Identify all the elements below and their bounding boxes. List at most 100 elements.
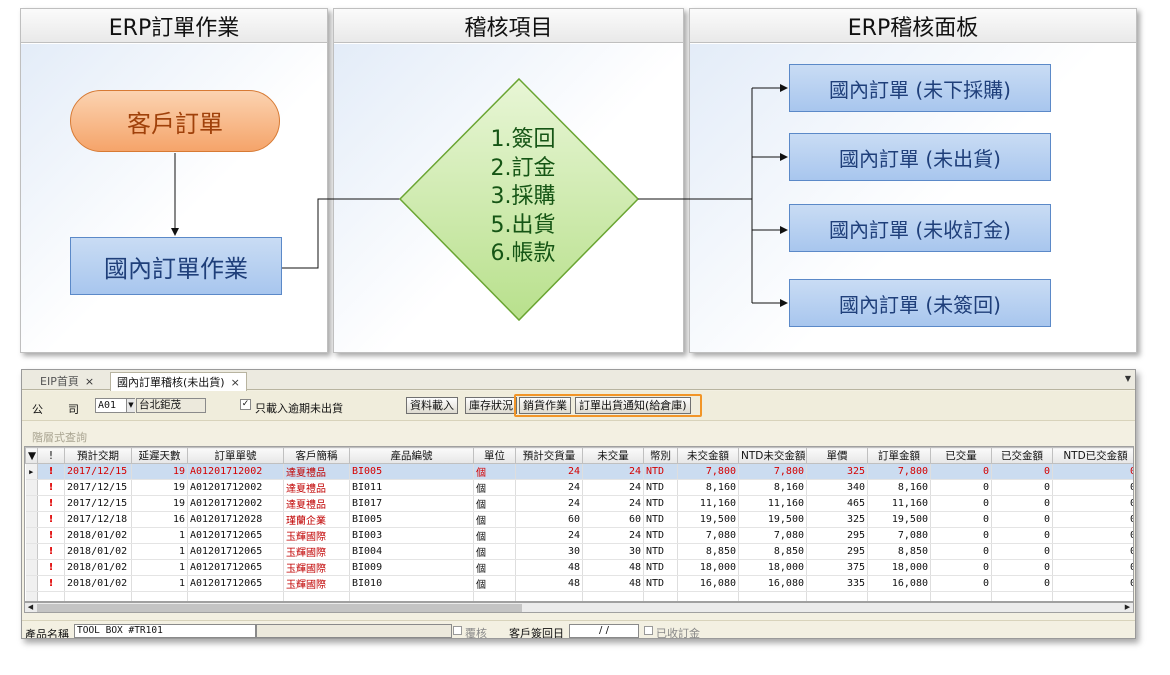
shipping-notice-button[interactable]: 訂單出貨通知(給倉庫) (575, 397, 691, 414)
table-cell[interactable]: 48 (582, 559, 644, 576)
column-header[interactable]: 單價 (806, 447, 868, 464)
table-cell[interactable]: 8,850 (677, 543, 739, 560)
table-cell[interactable]: NTD (643, 543, 678, 560)
row-marker[interactable] (25, 543, 38, 560)
table-cell[interactable]: A01201712002 (187, 479, 284, 496)
table-cell[interactable]: 24 (515, 527, 583, 544)
table-cell[interactable]: 個 (473, 543, 516, 560)
table-cell[interactable]: 0 (991, 511, 1053, 528)
table-cell[interactable]: NTD (643, 511, 678, 528)
table-cell[interactable]: 24 (582, 479, 644, 496)
table-cell[interactable]: 16,080 (677, 575, 739, 592)
overdue-only-checkbox[interactable]: ✓ (240, 399, 251, 410)
table-cell[interactable]: 8,160 (867, 479, 931, 496)
table-cell[interactable]: 0 (991, 495, 1053, 512)
column-header[interactable]: NTD已交金額 (1052, 447, 1133, 464)
table-row[interactable]: ! 2018/01/02 1 A01201712065 玉輝國際 BI010 個 48 48 NT… (25, 575, 1133, 592)
table-cell[interactable]: 0 (991, 543, 1053, 560)
table-cell[interactable]: 465 (806, 495, 868, 512)
table-cell[interactable]: 24 (515, 495, 583, 512)
table-cell[interactable]: 個 (473, 559, 516, 576)
table-cell[interactable]: 個 (473, 495, 516, 512)
table-row[interactable]: ! 2018/01/02 1 A01201712065 玉輝國際 BI004 個 30 30 NT… (25, 543, 1133, 560)
table-cell[interactable]: 2018/01/02 (64, 543, 132, 560)
table-cell[interactable]: 0 (991, 463, 1053, 480)
scroll-right-arrow-icon[interactable]: ▶ (1122, 603, 1133, 612)
table-cell[interactable]: A01201712028 (187, 511, 284, 528)
table-cell[interactable]: 1 (131, 575, 188, 592)
table-cell[interactable]: 18,000 (738, 559, 807, 576)
table-cell[interactable]: 2018/01/02 (64, 559, 132, 576)
column-header[interactable]: 已交量 (930, 447, 992, 464)
table-cell[interactable]: A01201712065 (187, 559, 284, 576)
column-header[interactable]: 訂單金額 (867, 447, 931, 464)
table-cell[interactable]: BI003 (349, 527, 474, 544)
table-row[interactable]: ! 2017/12/15 19 A01201712002 達夏禮品 BI011 個 24 24 N… (25, 479, 1133, 496)
audit-checkbox[interactable] (453, 626, 462, 635)
table-cell[interactable]: BI017 (349, 495, 474, 512)
table-cell[interactable]: 7,080 (738, 527, 807, 544)
table-cell[interactable]: 30 (582, 543, 644, 560)
table-cell[interactable]: NTD (643, 559, 678, 576)
sales-operation-button[interactable]: 銷貨作業 (519, 397, 571, 414)
table-cell[interactable]: 19 (131, 463, 188, 480)
table-cell[interactable]: 2017/12/15 (64, 479, 132, 496)
column-header[interactable]: ▼ (25, 447, 38, 464)
table-cell[interactable]: NTD (643, 495, 678, 512)
table-cell[interactable]: 瑾蘭企業 (283, 511, 350, 528)
table-cell[interactable]: BI005 (349, 463, 474, 480)
table-cell[interactable]: 玉輝國際 (283, 527, 350, 544)
load-data-button[interactable]: 資料載入 (406, 397, 458, 414)
table-row[interactable]: ▶! 2017/12/15 19 A01201712002 達夏禮品 BI005 個 24 24… (25, 463, 1133, 480)
table-cell[interactable]: BI004 (349, 543, 474, 560)
table-row[interactable]: ! 2017/12/15 19 A01201712002 達夏禮品 BI017 個 24 24 N… (25, 495, 1133, 512)
table-cell[interactable]: 個 (473, 479, 516, 496)
scroll-left-arrow-icon[interactable]: ◀ (25, 603, 36, 612)
column-header[interactable]: 單位 (473, 447, 516, 464)
table-cell[interactable]: 7,800 (677, 463, 739, 480)
row-marker[interactable] (25, 495, 38, 512)
table-cell[interactable]: 達夏禮品 (283, 479, 350, 496)
table-cell[interactable]: 0 (1052, 575, 1133, 592)
scrollbar-thumb[interactable] (37, 604, 522, 612)
table-cell[interactable]: A01201712002 (187, 495, 284, 512)
table-cell[interactable]: 0 (1052, 495, 1133, 512)
table-cell[interactable]: 0 (1052, 559, 1133, 576)
table-cell[interactable]: 0 (1052, 543, 1133, 560)
table-cell[interactable]: BI010 (349, 575, 474, 592)
table-cell[interactable]: A01201712065 (187, 543, 284, 560)
table-cell[interactable]: 達夏禮品 (283, 463, 350, 480)
table-cell[interactable]: 8,850 (738, 543, 807, 560)
table-cell[interactable]: 18,000 (677, 559, 739, 576)
table-cell[interactable]: 30 (515, 543, 583, 560)
table-cell[interactable]: 48 (582, 575, 644, 592)
column-header[interactable]: 客戶簡稱 (283, 447, 350, 464)
chevron-down-icon[interactable]: ▼ (126, 399, 135, 412)
table-cell[interactable]: 18,000 (867, 559, 931, 576)
table-cell[interactable]: 玉輝國際 (283, 559, 350, 576)
table-cell[interactable]: 8,850 (867, 543, 931, 560)
column-header[interactable]: 預計交貨量 (515, 447, 583, 464)
table-cell[interactable]: 個 (473, 575, 516, 592)
table-cell[interactable]: 16,080 (738, 575, 807, 592)
table-cell[interactable]: 340 (806, 479, 868, 496)
table-cell[interactable]: 19,500 (677, 511, 739, 528)
table-cell[interactable]: 60 (515, 511, 583, 528)
row-marker[interactable] (25, 479, 38, 496)
table-row[interactable]: ! 2018/01/02 1 A01201712065 玉輝國際 BI003 個 24 24 NT… (25, 527, 1133, 544)
table-cell[interactable]: 達夏禮品 (283, 495, 350, 512)
column-header[interactable]: 未交金額 (677, 447, 739, 464)
table-cell[interactable]: 1 (131, 559, 188, 576)
table-cell[interactable]: NTD (643, 575, 678, 592)
table-cell[interactable]: 1 (131, 527, 188, 544)
table-cell[interactable]: 295 (806, 543, 868, 560)
table-cell[interactable]: 16 (131, 511, 188, 528)
table-cell[interactable]: 48 (515, 575, 583, 592)
table-cell[interactable]: 0 (930, 511, 992, 528)
table-cell[interactable]: 2017/12/15 (64, 463, 132, 480)
table-cell[interactable]: 個 (473, 511, 516, 528)
table-cell[interactable]: 11,160 (677, 495, 739, 512)
table-cell[interactable]: NTD (643, 479, 678, 496)
table-cell[interactable]: BI009 (349, 559, 474, 576)
table-cell[interactable]: 11,160 (867, 495, 931, 512)
